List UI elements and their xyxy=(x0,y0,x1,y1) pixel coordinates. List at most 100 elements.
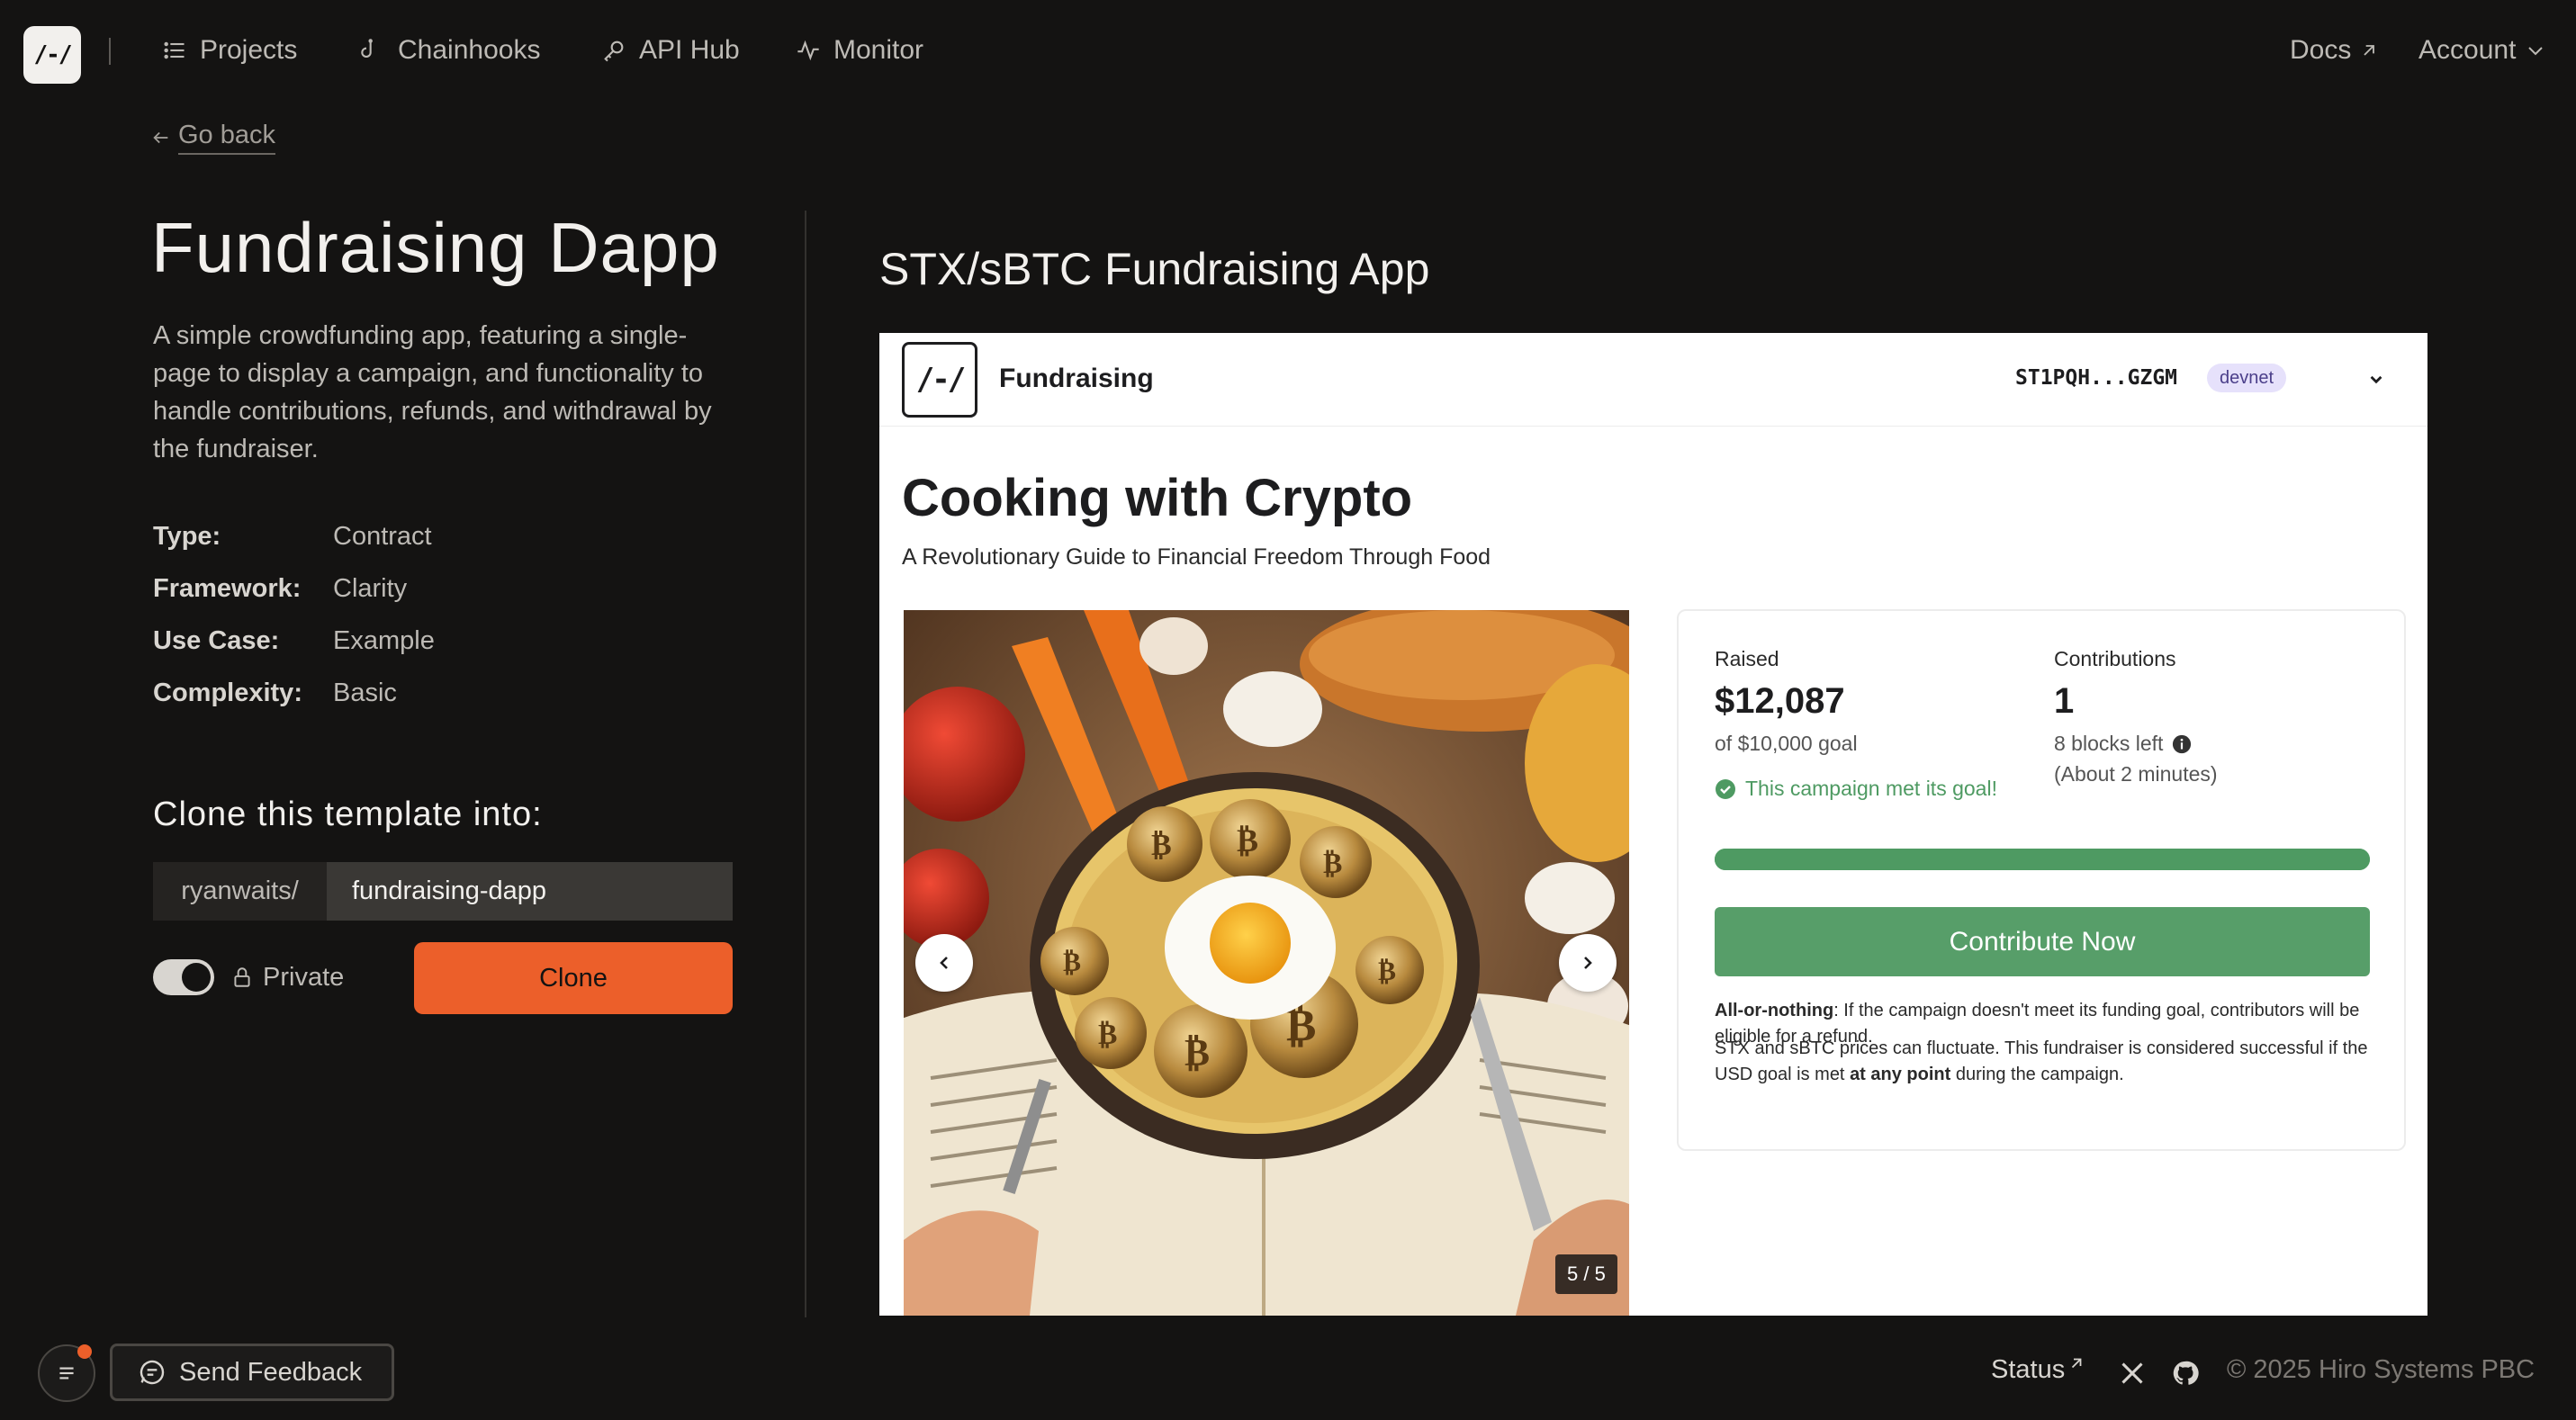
send-feedback-button[interactable]: Send Feedback xyxy=(110,1344,394,1401)
meta-row-type: Type: Contract xyxy=(153,510,693,562)
status-link[interactable]: Status xyxy=(1991,1355,2085,1385)
contributions-value: 1 xyxy=(2054,681,2075,721)
chevron-left-icon xyxy=(940,957,948,969)
note-bold: All-or-nothing xyxy=(1715,1001,1834,1020)
nav-item-monitor[interactable]: Monitor xyxy=(796,32,923,68)
nav-item-label: Monitor xyxy=(833,35,924,65)
nav-divider xyxy=(109,38,111,65)
check-circle-icon xyxy=(1716,778,1735,799)
campaign-title: Cooking with Crypto xyxy=(902,469,1413,527)
image-counter: 5 / 5 xyxy=(1555,1254,1617,1294)
nav-item-api-hub[interactable]: API Hub xyxy=(601,32,740,68)
external-link-icon xyxy=(2072,1358,2082,1369)
meta-value: Example xyxy=(333,625,435,655)
app-name: Fundraising xyxy=(999,364,1154,393)
copyright: © 2025 Hiro Systems PBC xyxy=(2227,1355,2535,1384)
svg-text:₿: ₿ xyxy=(1237,822,1258,859)
clone-button[interactable]: Clone xyxy=(414,942,733,1014)
external-link-icon xyxy=(2364,45,2375,56)
account-label: Account xyxy=(2418,35,2517,65)
go-back-label: Go back xyxy=(178,121,275,155)
svg-text:₿: ₿ xyxy=(1184,1030,1210,1074)
raised-value: $12,087 xyxy=(1715,681,1845,721)
app-preview-frame: /-/ Fundraising ST1PQH...GZGM devnet Coo… xyxy=(879,333,2427,1316)
menu-icon xyxy=(59,1367,74,1380)
meta-key: Type: xyxy=(153,521,221,551)
app-header: /-/ Fundraising ST1PQH...GZGM devnet xyxy=(879,333,2427,427)
clone-section-title: Clone this template into: xyxy=(153,795,543,833)
repo-name-field: ryanwaits/ fundraising-dapp xyxy=(153,862,733,921)
carousel-next-button[interactable] xyxy=(1559,934,1617,992)
x-twitter-icon[interactable] xyxy=(2120,1361,2145,1386)
docs-link[interactable]: Docs xyxy=(2290,32,2378,68)
blocks-left-text: 8 blocks left xyxy=(2054,732,2164,755)
svg-text:₿: ₿ xyxy=(1378,956,1396,987)
svg-text:₿: ₿ xyxy=(1098,1017,1117,1051)
campaign-stats-card: Raised $12,087 of $10,000 goal This camp… xyxy=(1677,609,2406,1151)
column-divider xyxy=(805,211,806,1317)
account-menu[interactable]: Account xyxy=(2418,32,2546,68)
meta-value: Contract xyxy=(333,521,432,551)
meta-row-complexity: Complexity: Basic xyxy=(153,667,693,719)
info-icon[interactable] xyxy=(2172,734,2192,754)
chevron-down-icon[interactable] xyxy=(2364,367,2388,391)
crypto-cooking-illustration: ₿ ₿ ₿ ₿ ₿ ₿ ₿ ₿ xyxy=(904,610,1629,1316)
github-icon[interactable] xyxy=(2172,1360,2199,1387)
meta-key: Framework: xyxy=(153,573,302,603)
wallet-address[interactable]: ST1PQH...GZGM xyxy=(2015,366,2177,390)
app-logo: /-/ xyxy=(902,342,977,418)
lock-icon xyxy=(234,967,250,987)
key-icon xyxy=(604,40,624,62)
meta-row-framework: Framework: Clarity xyxy=(153,562,693,615)
progress-fill xyxy=(1715,849,2370,870)
list-icon xyxy=(164,41,185,59)
nav-item-label: API Hub xyxy=(639,35,740,65)
hook-icon xyxy=(361,39,373,58)
chevron-right-icon xyxy=(1584,957,1592,969)
svg-text:₿: ₿ xyxy=(1063,947,1081,978)
chevron-down-icon xyxy=(2528,47,2544,56)
goal-met-text: This campaign met its goal! xyxy=(1745,777,1997,800)
blocks-left: 8 blocks left xyxy=(2054,732,2192,756)
message-bubble-icon xyxy=(140,1360,165,1385)
notification-dot xyxy=(77,1344,92,1359)
repo-name-input[interactable]: fundraising-dapp xyxy=(327,862,733,921)
meta-key: Complexity: xyxy=(153,678,302,707)
private-toggle[interactable] xyxy=(153,959,214,995)
meta-key: Use Case: xyxy=(153,625,280,655)
activity-icon xyxy=(797,40,819,61)
meta-value: Clarity xyxy=(333,573,408,603)
page-title: Fundraising Dapp xyxy=(151,208,720,287)
nav-item-chainhooks[interactable]: Chainhooks xyxy=(360,32,540,68)
contribute-now-button[interactable]: Contribute Now xyxy=(1715,907,2370,976)
raised-label: Raised xyxy=(1715,647,1779,670)
nav-item-label: Chainhooks xyxy=(398,35,541,65)
note-bold: at any point xyxy=(1850,1065,1951,1084)
template-metadata: Type: Contract Framework: Clarity Use Ca… xyxy=(153,510,693,719)
meta-value: Basic xyxy=(333,678,397,707)
status-label: Status xyxy=(1991,1355,2066,1384)
go-back-link[interactable]: Go back xyxy=(151,121,275,155)
network-badge: devnet xyxy=(2207,364,2287,392)
nav-item-label: Projects xyxy=(200,35,298,65)
carousel-prev-button[interactable] xyxy=(915,934,973,992)
campaign-subtitle: A Revolutionary Guide to Financial Freed… xyxy=(902,544,1491,570)
meta-row-use-case: Use Case: Example xyxy=(153,615,693,667)
template-description: A simple crowdfunding app, featuring a s… xyxy=(153,321,712,463)
price-fluctuation-note: STX and sBTC prices can fluctuate. This … xyxy=(1715,1036,2370,1088)
hiro-logo[interactable]: /-/ xyxy=(23,26,81,84)
arrow-left-icon xyxy=(153,131,168,144)
toggle-knob xyxy=(182,963,211,992)
note-text: during the campaign. xyxy=(1950,1065,2124,1084)
nav-item-projects[interactable]: Projects xyxy=(162,32,297,68)
campaign-image-carousel: ₿ ₿ ₿ ₿ ₿ ₿ ₿ ₿ 5 / 5 xyxy=(904,610,1629,1316)
svg-text:₿: ₿ xyxy=(1323,846,1342,880)
top-navigation: /-/ Projects Chainhooks API Hub Monitor … xyxy=(0,0,2576,103)
private-label-group: Private xyxy=(230,959,344,995)
private-label: Private xyxy=(263,962,345,992)
svg-text:₿: ₿ xyxy=(1151,827,1172,863)
goal-text: of $10,000 goal xyxy=(1715,732,1858,755)
repo-owner-prefix: ryanwaits/ xyxy=(153,862,327,921)
funding-progress-bar xyxy=(1715,849,2370,870)
docs-label: Docs xyxy=(2290,35,2352,65)
